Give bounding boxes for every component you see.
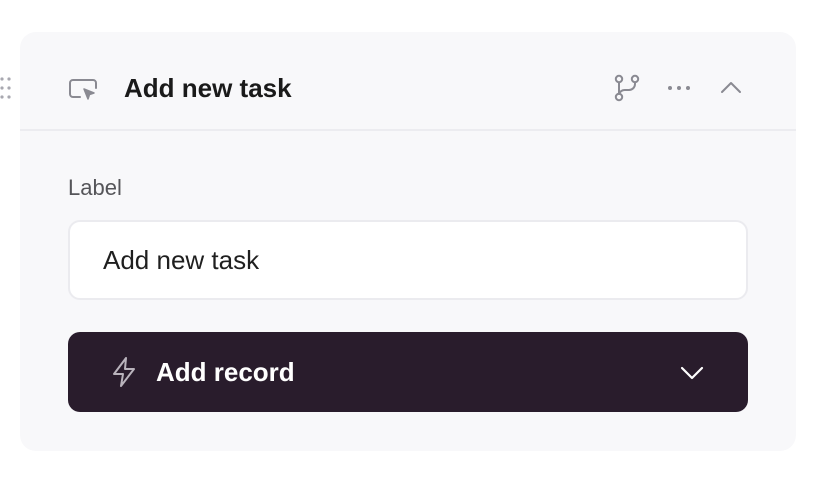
more-options-button[interactable]	[663, 72, 695, 104]
drag-handle-icon	[0, 77, 11, 99]
collapse-button[interactable]	[715, 72, 747, 104]
task-step-card: Add new task Label Add new task Add reco…	[20, 32, 796, 451]
chevron-up-icon	[721, 82, 741, 93]
more-horizontal-icon	[668, 86, 690, 90]
branch-button[interactable]	[611, 72, 643, 104]
task-editor: Add new task Label Add new task Add reco…	[0, 0, 826, 482]
lightning-bolt-icon	[110, 356, 138, 388]
monitor-cursor-icon	[68, 74, 100, 106]
card-title: Add new task	[124, 73, 292, 103]
drag-handle[interactable]	[0, 76, 12, 102]
chevron-down-icon[interactable]	[678, 358, 706, 386]
label-input[interactable]	[68, 220, 748, 300]
add-record-label: Add record	[156, 357, 295, 387]
git-branch-icon	[614, 74, 640, 102]
add-record-button[interactable]: Add record	[68, 332, 748, 412]
label-field-label: Label	[68, 175, 122, 200]
card-header: Add new task	[20, 32, 796, 131]
